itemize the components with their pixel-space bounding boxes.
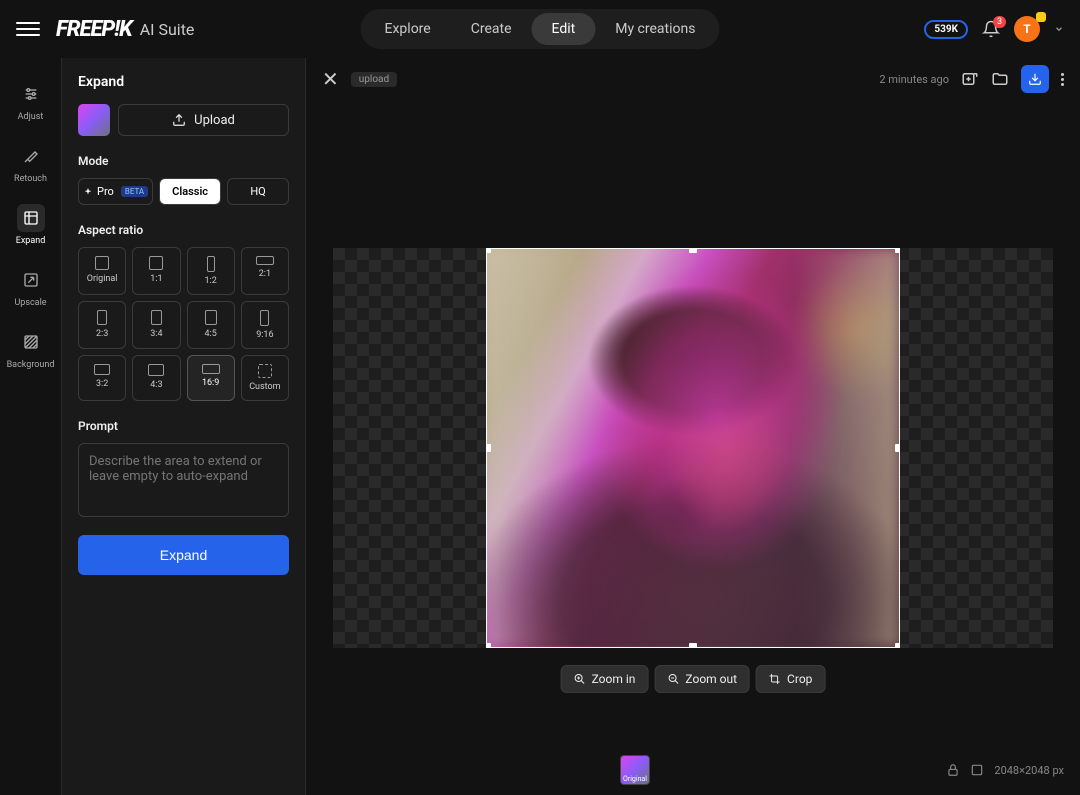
tool-label: Upscale: [14, 298, 46, 308]
mode-pro[interactable]: Pro BETA: [78, 178, 153, 205]
beta-tag: BETA: [121, 186, 148, 197]
nav-create[interactable]: Create: [451, 13, 532, 45]
notification-badge: 3: [993, 16, 1006, 28]
avatar-letter: T: [1023, 22, 1030, 36]
chevron-down-icon[interactable]: [1054, 24, 1064, 34]
canvas-area: ✕ upload 2 minutes ago: [306, 58, 1080, 795]
tool-expand[interactable]: Expand: [0, 194, 61, 256]
tool-label: Retouch: [14, 174, 47, 184]
nav-explore[interactable]: Explore: [365, 13, 451, 45]
handle-mid-left[interactable]: [486, 444, 491, 452]
background-icon: [23, 334, 39, 350]
ratio-2-3[interactable]: 2:3: [78, 301, 126, 349]
nav-my-creations[interactable]: My creations: [595, 13, 715, 45]
close-icon[interactable]: ✕: [322, 67, 339, 91]
zoom-out-button[interactable]: Zoom out: [654, 665, 750, 693]
ratio-2-1[interactable]: 2:1: [241, 247, 289, 295]
tool-upscale[interactable]: Upscale: [0, 256, 61, 318]
upload-tag: upload: [351, 72, 397, 87]
handle-top-right[interactable]: [895, 248, 900, 253]
expand-button[interactable]: Expand: [78, 535, 289, 575]
prompt-label: Prompt: [78, 419, 289, 433]
add-to-icon[interactable]: [961, 70, 979, 88]
expand-panel: Expand Upload Mode Pro BETA Classic HQ A…: [62, 58, 306, 795]
handle-bottom-right[interactable]: [895, 643, 900, 648]
lock-icon[interactable]: [946, 763, 960, 777]
notifications-button[interactable]: 3: [982, 20, 1000, 38]
upload-icon: [172, 113, 186, 127]
ratio-1-1[interactable]: 1:1: [132, 247, 180, 295]
upscale-icon: [23, 272, 39, 288]
handle-mid-right[interactable]: [895, 444, 900, 452]
image-subject: [487, 249, 899, 647]
user-avatar[interactable]: T: [1014, 16, 1040, 42]
crop-icon: [769, 673, 781, 685]
tool-retouch[interactable]: Retouch: [0, 132, 61, 194]
zoom-out-icon: [667, 673, 679, 685]
tool-label: Expand: [16, 236, 46, 246]
retouch-icon: [23, 148, 39, 164]
time-ago: 2 minutes ago: [879, 73, 949, 86]
tool-label: Background: [7, 360, 55, 370]
handle-bottom-left[interactable]: [486, 643, 491, 648]
ratio-custom[interactable]: Custom: [241, 355, 289, 401]
dimensions-icon: [970, 763, 984, 777]
original-thumb[interactable]: Original: [620, 755, 650, 785]
mode-label: Mode: [78, 154, 289, 168]
tool-label: Adjust: [18, 112, 44, 122]
ratio-9-16[interactable]: 9:16: [241, 301, 289, 349]
mode-hq[interactable]: HQ: [227, 178, 289, 205]
upload-label: Upload: [194, 113, 235, 128]
sparkle-icon: [83, 187, 93, 197]
zoom-in-icon: [574, 673, 586, 685]
main-nav: Explore Create Edit My creations: [361, 9, 720, 49]
footer-bar: Original 2048×2048 px: [620, 755, 1064, 785]
adjust-icon: [23, 86, 39, 102]
folder-icon[interactable]: [991, 70, 1009, 88]
tool-background[interactable]: Background: [0, 318, 61, 380]
more-options-icon[interactable]: [1061, 73, 1064, 86]
app-header: FREEP!K AI Suite Explore Create Edit My …: [0, 0, 1080, 58]
mode-classic[interactable]: Classic: [159, 178, 221, 205]
current-image-thumb[interactable]: [78, 104, 110, 136]
handle-top-mid[interactable]: [689, 248, 697, 253]
dimensions-readout: 2048×2048 px: [994, 764, 1064, 777]
original-label: Original: [623, 775, 647, 783]
upload-button[interactable]: Upload: [118, 104, 289, 136]
zoom-in-button[interactable]: Zoom in: [561, 665, 649, 693]
nav-edit[interactable]: Edit: [532, 13, 596, 45]
handle-top-left[interactable]: [486, 248, 491, 253]
download-button[interactable]: [1021, 65, 1049, 93]
transparency-background: [333, 248, 1053, 648]
crop-button[interactable]: Crop: [756, 665, 825, 693]
tool-adjust[interactable]: Adjust: [0, 70, 61, 132]
ratio-1-2[interactable]: 1:2: [187, 247, 235, 295]
panel-title: Expand: [78, 74, 289, 90]
logo-suffix: AI Suite: [140, 20, 195, 39]
expand-icon: [23, 210, 39, 226]
ratio-4-3[interactable]: 4:3: [132, 355, 180, 401]
ratio-original[interactable]: Original: [78, 247, 126, 295]
aspect-ratio-grid: Original 1:1 1:2 2:1 2:3 3:4 4:5 9:16 3:…: [78, 247, 289, 401]
prompt-input[interactable]: [78, 443, 289, 517]
tool-rail: Adjust Retouch Expand Upscale Background: [0, 58, 62, 795]
zoom-controls: Zoom in Zoom out Crop: [561, 665, 826, 693]
download-icon: [1028, 72, 1042, 86]
canvas-header: ✕ upload 2 minutes ago: [306, 58, 1080, 100]
ratio-3-2[interactable]: 3:2: [78, 355, 126, 401]
balance-pill[interactable]: 539K: [924, 20, 968, 39]
logo[interactable]: FREEP!K: [56, 17, 132, 42]
ratio-4-5[interactable]: 4:5: [187, 301, 235, 349]
selection-frame[interactable]: [486, 248, 900, 648]
hamburger-menu-icon[interactable]: [16, 17, 40, 41]
handle-bottom-mid[interactable]: [689, 643, 697, 648]
ratio-3-4[interactable]: 3:4: [132, 301, 180, 349]
ratio-16-9[interactable]: 16:9: [187, 355, 235, 401]
aspect-ratio-label: Aspect ratio: [78, 223, 289, 237]
avatar-badge: [1036, 12, 1046, 22]
